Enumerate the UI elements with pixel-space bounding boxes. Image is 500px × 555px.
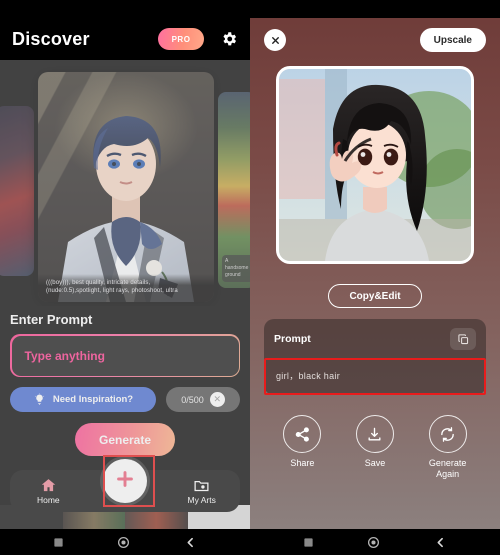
carousel-card-active[interactable]: (((boy))), best quality, intricate detai… (38, 72, 214, 302)
generate-again-label-1: Generate (428, 458, 467, 468)
copy-icon[interactable] (450, 328, 476, 350)
share-icon (283, 415, 322, 453)
generate-button[interactable]: Generate (75, 423, 175, 456)
enter-prompt-label: Enter Prompt (10, 312, 93, 327)
sidebar-item-home[interactable]: Home (10, 477, 87, 505)
copy-edit-row: Copy&Edit (250, 284, 500, 308)
result-header: Upscale (250, 18, 500, 62)
download-icon (355, 415, 394, 453)
home-icon (10, 477, 87, 494)
character-counter: 0/500 ✕ (166, 387, 240, 412)
counter-value: 0/500 (181, 394, 204, 405)
highlight-box-prompt-text[interactable]: girl，black hair (264, 358, 486, 395)
carousel-next-caption: A handsome ground (222, 255, 250, 282)
pro-badge[interactable]: PRO (158, 28, 204, 50)
generated-artwork (279, 69, 471, 261)
left-screen-discover: Discover PRO (((boy))), best quality, in… (0, 0, 250, 555)
chevron-left-icon[interactable] (184, 536, 197, 549)
prompt-input-placeholder: Type anything (24, 348, 105, 363)
prompt-card-header: Prompt (274, 328, 476, 350)
close-icon[interactable]: ✕ (209, 392, 225, 407)
prompt-input-wrapper[interactable]: Type anything (10, 334, 240, 377)
app-header: Discover PRO (0, 18, 250, 60)
sidebar-item-myarts[interactable]: My Arts (163, 477, 240, 505)
circle-icon[interactable] (367, 536, 380, 549)
prompt-section: Enter Prompt Type anything Need Inspirat… (0, 306, 250, 456)
plus-icon (114, 468, 136, 495)
prompt-result-card: Prompt girl，black hair (264, 319, 486, 395)
chevron-left-icon[interactable] (434, 536, 447, 549)
save-button[interactable]: Save (344, 415, 406, 481)
share-button[interactable]: Share (271, 415, 333, 481)
nav-myarts-label: My Arts (187, 495, 216, 505)
prompt-result-text: girl，black hair (276, 371, 341, 381)
prompt-input[interactable]: Type anything (11, 335, 239, 376)
generate-again-label-2: Again (436, 469, 460, 480)
lightbulb-icon (33, 393, 46, 406)
status-bar-right (250, 0, 500, 18)
copy-edit-button[interactable]: Copy&Edit (328, 284, 422, 308)
generated-image[interactable] (276, 66, 474, 264)
carousel-card-previous[interactable] (0, 106, 34, 276)
prompt-controls-row: Need Inspiration? 0/500 ✕ (10, 387, 240, 412)
refresh-icon (428, 415, 467, 453)
generate-again-button[interactable]: Generate Again (417, 415, 479, 481)
square-icon[interactable] (303, 537, 314, 548)
android-system-bar-right[interactable] (250, 529, 500, 555)
create-button[interactable] (103, 459, 147, 503)
circle-icon[interactable] (117, 536, 130, 549)
discover-carousel[interactable]: (((boy))), best quality, intricate detai… (0, 62, 250, 306)
carousel-card-next[interactable]: A handsome ground (218, 92, 250, 288)
android-system-bar-left[interactable] (0, 529, 250, 555)
need-inspiration-button[interactable]: Need Inspiration? (10, 387, 156, 412)
status-bar-left (0, 0, 250, 18)
result-actions: Share Save Generate Again (266, 415, 484, 481)
carousel-artwork (58, 116, 194, 302)
need-inspiration-label: Need Inspiration? (52, 394, 134, 405)
folder-image-icon (163, 477, 240, 494)
square-icon[interactable] (53, 537, 64, 548)
close-icon[interactable] (264, 29, 286, 51)
dual-screen-comparison: Discover PRO (((boy))), best quality, in… (0, 0, 500, 555)
save-label: Save (364, 458, 386, 468)
upscale-button[interactable]: Upscale (419, 28, 486, 52)
right-screen-result: Upscale Copy&Edit Prompt girl，black hair… (250, 0, 500, 555)
carousel-caption: (((boy))), best quality, intricate detai… (38, 273, 214, 302)
prompt-card-title: Prompt (274, 333, 311, 345)
nav-home-label: Home (36, 495, 60, 505)
page-title: Discover (12, 28, 90, 49)
share-label: Share (290, 458, 315, 468)
gear-icon[interactable] (220, 30, 238, 48)
generate-row: Generate (10, 423, 240, 456)
